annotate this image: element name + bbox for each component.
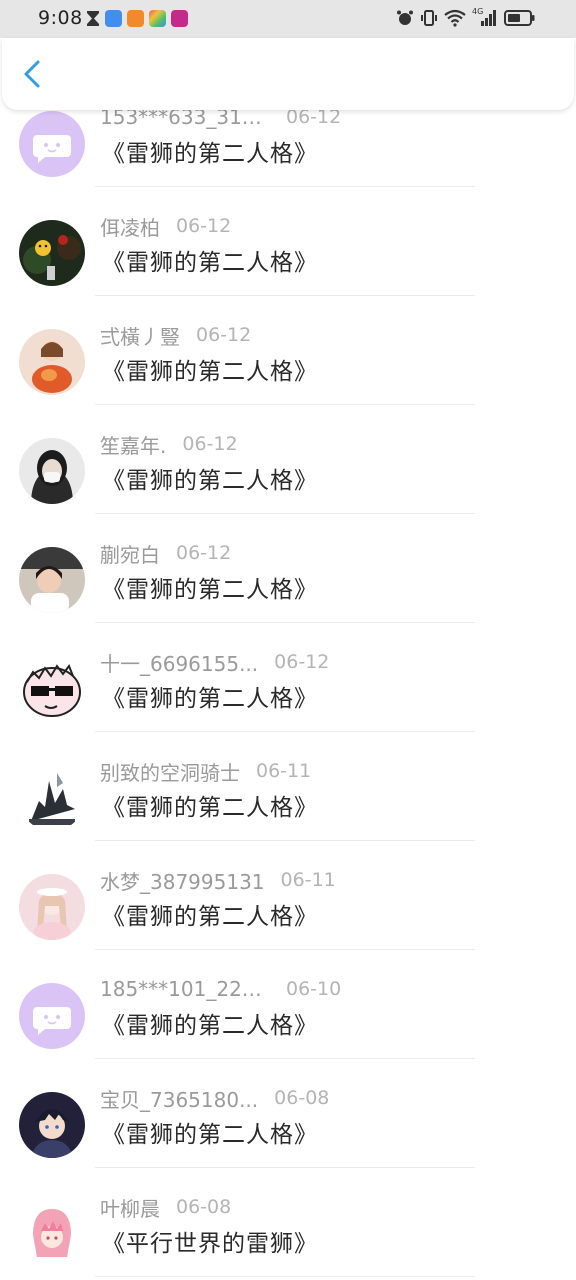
- date: 06-12: [182, 433, 238, 455]
- date: 06-12: [176, 542, 232, 564]
- user-line: 别致的空洞骑士 06-11: [100, 758, 312, 785]
- app-store-icon: [149, 9, 166, 27]
- hourglass-icon: [87, 10, 99, 26]
- avatar[interactable]: [19, 220, 85, 286]
- content-text: 《雷狮的第二人格》: [102, 359, 318, 385]
- username: 佴凌柏: [100, 215, 160, 240]
- alarm-icon: [397, 10, 413, 25]
- content-text: 《雷狮的第二人格》: [102, 686, 318, 712]
- date: 06-11: [280, 869, 336, 891]
- divider: [95, 1276, 475, 1277]
- avatar[interactable]: [19, 1201, 85, 1267]
- avatar[interactable]: [19, 874, 85, 940]
- content-text: 《平行世界的雷狮》: [102, 1231, 318, 1257]
- user-line: 185***101_221... 06-10: [100, 976, 341, 1002]
- date: 06-08: [176, 1196, 232, 1218]
- content-text: 《雷狮的第二人格》: [102, 795, 318, 821]
- vibrate-icon: [421, 10, 437, 26]
- content-text: 《雷狮的第二人格》: [102, 1013, 318, 1039]
- list-item[interactable]: 十一_6696155... 06-12 《雷狮的第二人格》: [0, 623, 576, 732]
- message-app-icon: [171, 9, 188, 27]
- user-line: 弍橫丿豎 06-12: [100, 322, 252, 349]
- content-text: 《雷狮的第二人格》: [102, 1122, 318, 1148]
- content-text: 《雷狮的第二人格》: [102, 141, 318, 167]
- status-time: 9:08: [38, 7, 83, 29]
- list-item[interactable]: 185***101_221... 06-10 《雷狮的第二人格》: [0, 950, 576, 1059]
- list-item[interactable]: 笙嘉年. 06-12 《雷狮的第二人格》: [0, 405, 576, 514]
- battery-icon: [504, 10, 535, 26]
- date: 06-12: [196, 324, 252, 346]
- avatar[interactable]: [19, 111, 85, 177]
- user-line: 十一_6696155... 06-12: [100, 649, 330, 676]
- status-bar: 9:08 4G: [0, 0, 576, 38]
- list-item[interactable]: 别致的空洞骑士 06-11 《雷狮的第二人格》: [0, 732, 576, 841]
- list-item[interactable]: 宝贝_7365180... 06-08 《雷狮的第二人格》: [0, 1059, 576, 1168]
- username: 蒯宛白: [100, 542, 160, 567]
- username: 叶柳晨: [100, 1196, 160, 1221]
- system-status-icons: 4G: [396, 7, 536, 28]
- username: 水梦_387995131: [100, 869, 265, 894]
- app-notification-icon: [105, 9, 122, 27]
- user-line: 佴凌柏 06-12: [100, 213, 232, 240]
- list-item[interactable]: 叶柳晨 06-08 《平行世界的雷狮》: [0, 1168, 576, 1277]
- content-text: 《雷狮的第二人格》: [102, 577, 318, 603]
- username: 185***101_221...: [100, 977, 270, 1001]
- username: 笙嘉年.: [100, 433, 167, 458]
- avatar[interactable]: [19, 765, 85, 831]
- content-text: 《雷狮的第二人格》: [102, 250, 318, 276]
- avatar[interactable]: [19, 438, 85, 504]
- date: 06-12: [274, 651, 330, 673]
- list-item[interactable]: 水梦_387995131 06-11 《雷狮的第二人格》: [0, 841, 576, 950]
- date: 06-10: [286, 978, 342, 1000]
- cellular-signal-icon: 4G: [472, 7, 498, 27]
- avatar[interactable]: [19, 547, 85, 613]
- avatar[interactable]: [19, 656, 85, 722]
- avatar[interactable]: [19, 1092, 85, 1158]
- wifi-icon: [444, 9, 466, 27]
- username: 宝贝_7365180...: [100, 1087, 259, 1112]
- content-text: 《雷狮的第二人格》: [102, 468, 318, 494]
- user-line: 叶柳晨 06-08: [100, 1194, 232, 1221]
- list-item[interactable]: 佴凌柏 06-12 《雷狮的第二人格》: [0, 187, 576, 296]
- notification-icons: [86, 9, 188, 27]
- date: 06-11: [256, 760, 312, 782]
- username: 十一_6696155...: [100, 651, 259, 676]
- list-item[interactable]: 蒯宛白 06-12 《雷狮的第二人格》: [0, 514, 576, 623]
- avatar[interactable]: [19, 983, 85, 1049]
- back-button[interactable]: [18, 58, 48, 90]
- username: 弍橫丿豎: [100, 324, 180, 349]
- avatar[interactable]: [19, 329, 85, 395]
- content-text: 《雷狮的第二人格》: [102, 904, 318, 930]
- user-line: 水梦_387995131 06-11: [100, 867, 336, 894]
- user-line: 笙嘉年. 06-12: [100, 431, 238, 458]
- username: 别致的空洞骑士: [100, 760, 240, 785]
- user-line: 宝贝_7365180... 06-08: [100, 1085, 330, 1112]
- user-line: 蒯宛白 06-12: [100, 540, 232, 567]
- video-app-icon: [127, 9, 144, 27]
- date: 06-08: [274, 1087, 330, 1109]
- list-item[interactable]: 弍橫丿豎 06-12 《雷狮的第二人格》: [0, 296, 576, 405]
- header-bar: [2, 38, 574, 110]
- date: 06-12: [176, 215, 232, 237]
- chevron-left-icon: [24, 60, 40, 88]
